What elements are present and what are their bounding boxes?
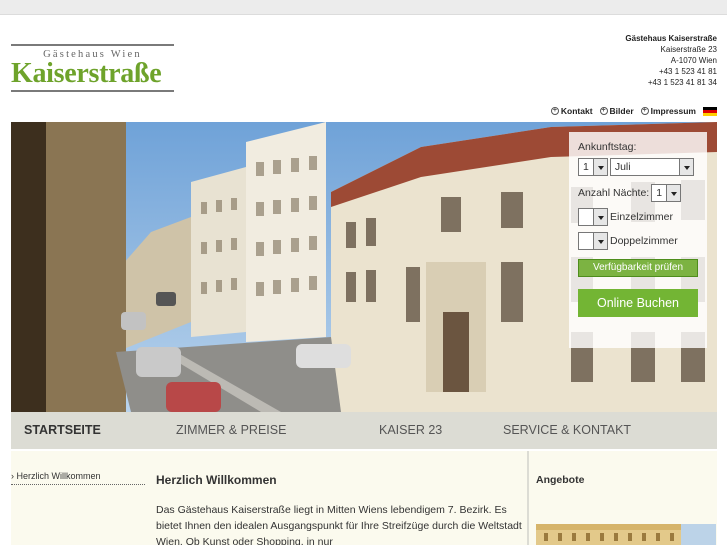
address-name: Gästehaus Kaiserstraße <box>625 34 717 43</box>
nights-label: Anzahl Nächte: <box>578 187 650 199</box>
sidebar-item-label: Herzlich Willkommen <box>16 471 101 481</box>
main-content: Herzlich Willkommen Das Gästehaus Kaiser… <box>151 451 527 545</box>
page: Gästehaus Wien Kaiserstraße Gästehaus Ka… <box>0 14 727 545</box>
nav-startseite[interactable]: STARTSEITE <box>24 423 101 437</box>
book-online-button[interactable]: Online Buchen <box>578 289 698 317</box>
address-city: A-1070 Wien <box>670 56 717 65</box>
address-block: Gästehaus Kaiserstraße Kaiserstraße 23 A… <box>625 33 717 88</box>
offers-panel: Angebote <box>529 451 717 545</box>
chevron-down-icon <box>593 209 607 225</box>
topnav-impressum-label: Impressum <box>650 106 696 116</box>
address-fax: +43 1 523 41 81 34 <box>647 78 717 87</box>
arrival-label: Ankunftstag: <box>578 141 637 153</box>
arrival-day-select[interactable]: 1 <box>578 158 608 176</box>
offer-thumbnail[interactable] <box>536 524 716 545</box>
nav-kaiser-23[interactable]: KAISER 23 <box>379 423 442 437</box>
main-navigation: STARTSEITE ZIMMER & PREISE KAISER 23 SER… <box>11 412 717 449</box>
topnav-bilder[interactable]: + Bilder <box>599 106 634 116</box>
double-room-label: Doppelzimmer <box>610 235 678 247</box>
chevron-down-icon <box>592 159 607 175</box>
sidebar: › Herzlich Willkommen <box>11 451 151 545</box>
check-availability-button[interactable]: Verfügbarkeit prüfen <box>578 259 698 277</box>
topnav-kontakt-label: Kontakt <box>560 106 593 116</box>
nights-value: 1 <box>656 187 663 199</box>
booking-widget: Ankunftstag: 1 Juli Anzahl Nächte: 1 Ein… <box>569 132 707 348</box>
single-room-select[interactable] <box>578 208 608 226</box>
arrival-month-value: Juli <box>614 161 631 173</box>
chevron-down-icon <box>666 185 681 201</box>
nights-select[interactable]: 1 <box>651 184 682 202</box>
nav-service-kontakt[interactable]: SERVICE & KONTAKT <box>503 423 631 437</box>
palace-photo <box>536 524 716 545</box>
logo[interactable]: Gästehaus Wien Kaiserstraße <box>11 44 174 92</box>
nav-zimmer-preise[interactable]: ZIMMER & PREISE <box>176 423 286 437</box>
topnav-bilder-label: Bilder <box>609 106 634 116</box>
circle-plus-icon: + <box>640 107 649 115</box>
chevron-right-icon: › <box>11 471 14 481</box>
logo-rule-bottom <box>11 90 174 92</box>
address-phone: +43 1 523 41 81 <box>658 67 717 76</box>
arrival-month-select[interactable]: Juli <box>609 158 694 176</box>
double-room-select[interactable] <box>578 232 608 250</box>
topnav-impressum[interactable]: + Impressum <box>640 106 696 116</box>
top-navigation: + Kontakt + Bilder + Impressum <box>550 106 717 116</box>
address-street: Kaiserstraße 23 <box>660 45 717 54</box>
logo-title: Kaiserstraße <box>11 58 162 89</box>
content-title: Herzlich Willkommen <box>156 473 277 487</box>
circle-plus-icon: + <box>550 107 559 115</box>
topnav-kontakt[interactable]: + Kontakt <box>550 106 593 116</box>
logo-rule-top <box>11 44 174 46</box>
offers-title: Angebote <box>536 474 585 486</box>
single-room-label: Einzelzimmer <box>610 211 674 223</box>
content-text: Das Gästehaus Kaiserstraße liegt in Mitt… <box>156 504 522 545</box>
sidebar-item-willkommen[interactable]: › Herzlich Willkommen <box>11 471 145 485</box>
chevron-down-icon <box>678 159 693 175</box>
arrival-day-value: 1 <box>583 161 589 173</box>
circle-plus-icon: + <box>599 107 608 115</box>
german-flag-icon[interactable] <box>703 106 717 116</box>
chevron-down-icon <box>593 233 607 249</box>
